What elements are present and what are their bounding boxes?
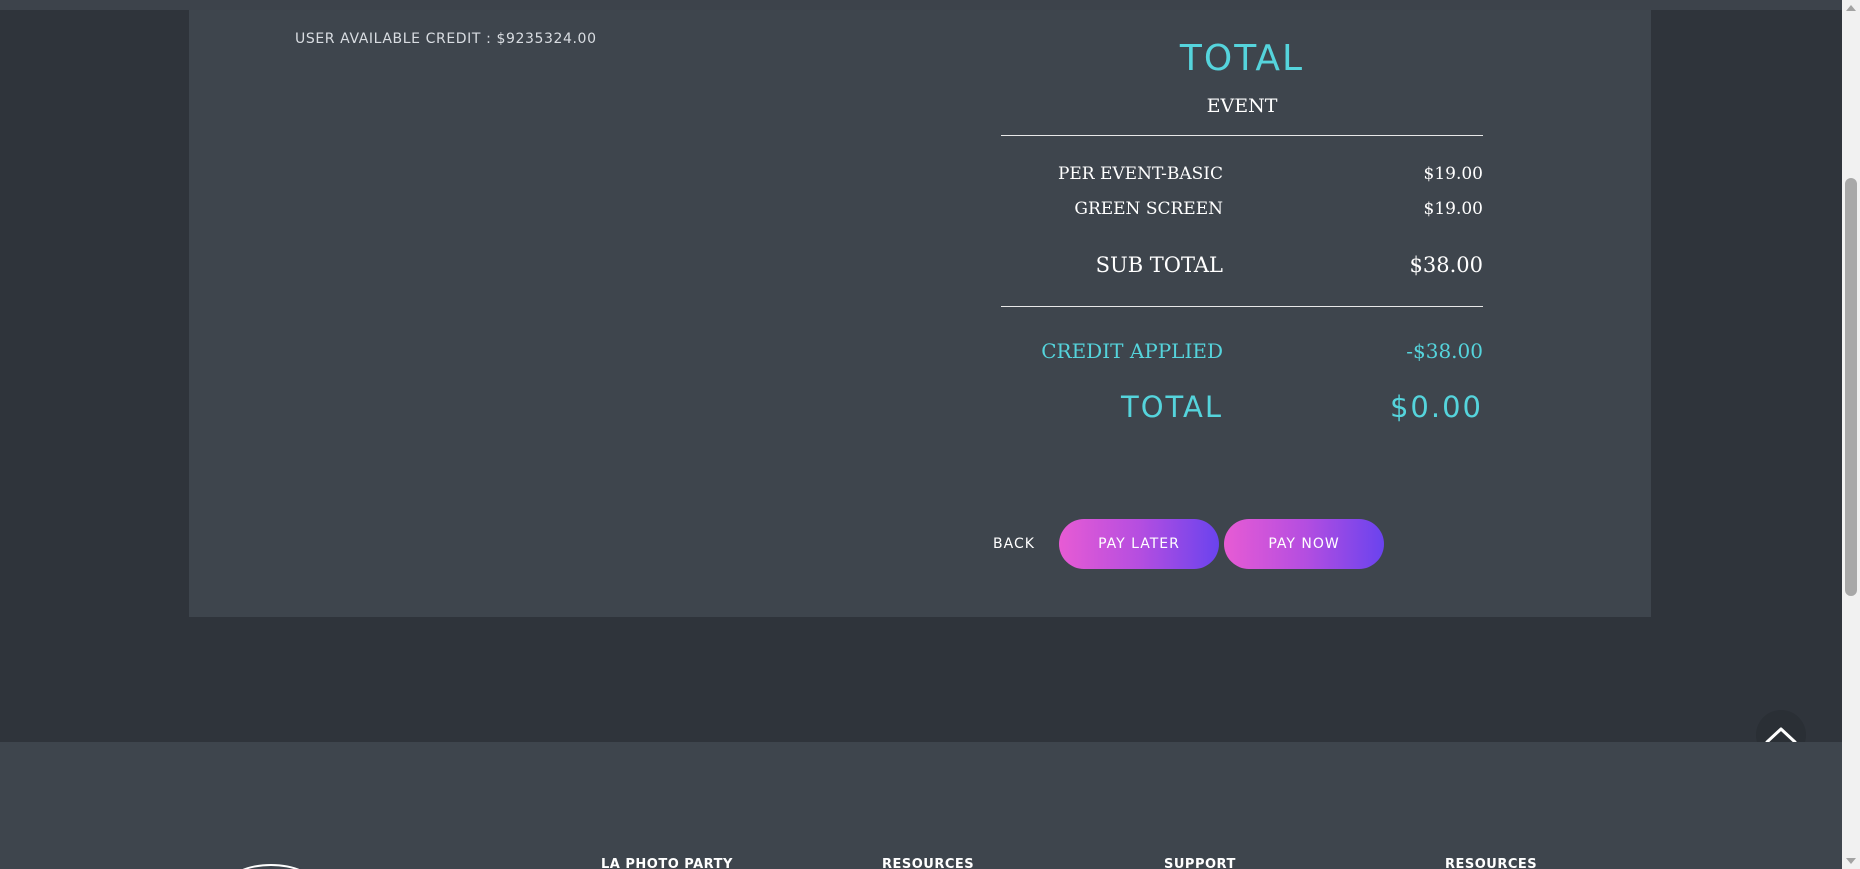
- line-item-value: $19.00: [1423, 163, 1483, 184]
- total-row: TOTAL $0.00: [1001, 389, 1483, 425]
- subtotal-value: $38.00: [1409, 253, 1483, 277]
- footer-column-heading: RESOURCES: [882, 857, 975, 869]
- scroll-up-arrow-icon[interactable]: [1846, 5, 1856, 11]
- subtotal-label: SUB TOTAL: [1095, 253, 1223, 277]
- subtotal-row: SUB TOTAL $38.00: [1001, 250, 1483, 280]
- line-item: GREEN SCREEN $19.00: [1001, 191, 1483, 226]
- footer-column-heading: LA PHOTO PARTY: [601, 857, 733, 869]
- line-item-value: $19.00: [1423, 198, 1483, 219]
- footer-column-heading: RESOURCES: [1445, 857, 1538, 869]
- total-value: $0.00: [1389, 390, 1483, 424]
- scroll-down-arrow-icon[interactable]: [1846, 858, 1856, 864]
- scrollbar-thumb[interactable]: [1845, 178, 1857, 596]
- checkout-actions: BACK PAY LATER PAY NOW: [969, 519, 1384, 569]
- vertical-scrollbar[interactable]: [1842, 0, 1860, 869]
- summary-subtitle: EVENT: [1206, 95, 1278, 117]
- top-header-strip: [0, 0, 1842, 10]
- divider: [1001, 135, 1483, 136]
- divider: [1001, 306, 1483, 307]
- line-item-label: PER EVENT-BASIC: [1057, 163, 1223, 184]
- pay-now-button[interactable]: PAY NOW: [1224, 519, 1384, 569]
- summary-title: TOTAL: [1179, 38, 1305, 79]
- user-available-credit: USER AVAILABLE CREDIT : $9235324.00: [295, 31, 597, 47]
- credit-applied-row: CREDIT APPLIED -$38.00: [1001, 337, 1483, 365]
- footer-column-heading: SUPPORT: [1164, 857, 1236, 869]
- back-button[interactable]: BACK: [969, 536, 1059, 552]
- logo-icon[interactable]: [228, 864, 314, 869]
- footer: LA PHOTO PARTY RESOURCES SUPPORT RESOURC…: [0, 742, 1842, 869]
- total-label: TOTAL: [1121, 390, 1223, 424]
- pay-later-button[interactable]: PAY LATER: [1059, 519, 1219, 569]
- line-item: PER EVENT-BASIC $19.00: [1001, 156, 1483, 191]
- order-summary: TOTAL EVENT PER EVENT-BASIC $19.00 GREEN…: [1001, 10, 1483, 425]
- credit-applied-value: -$38.00: [1406, 339, 1483, 363]
- credit-applied-label: CREDIT APPLIED: [1041, 339, 1223, 363]
- line-item-label: GREEN SCREEN: [1074, 198, 1223, 219]
- checkout-card: USER AVAILABLE CREDIT : $9235324.00 TOTA…: [189, 10, 1651, 617]
